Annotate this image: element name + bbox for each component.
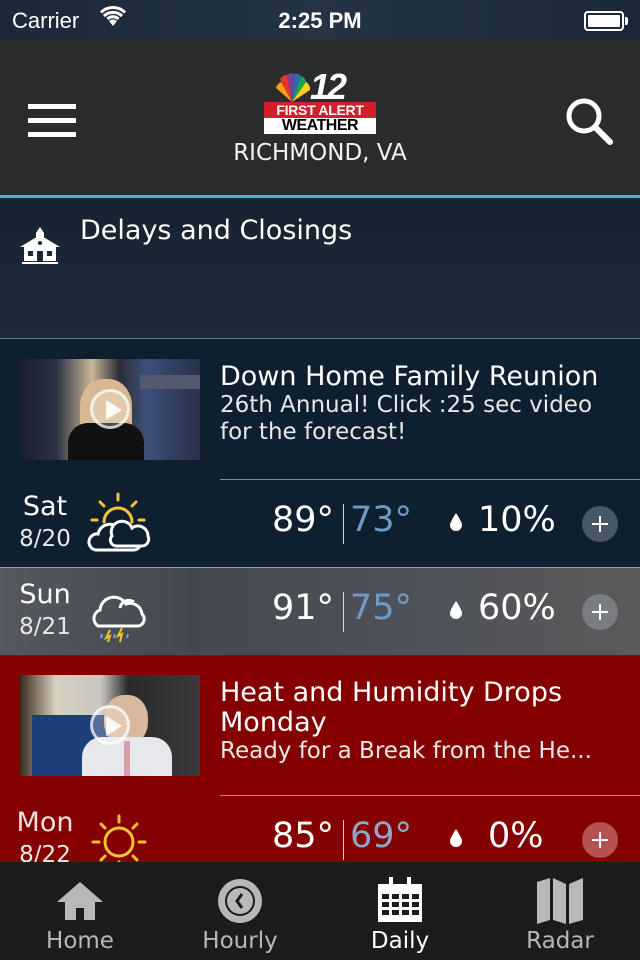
calendar-icon — [378, 877, 422, 922]
tab-label: Home — [46, 928, 114, 954]
day-date: 8/22 — [19, 842, 71, 862]
high-temp: 89° — [272, 500, 335, 540]
temp-separator — [343, 592, 344, 632]
peacock-icon — [276, 73, 311, 102]
expand-plus-icon[interactable] — [582, 506, 618, 542]
location-label: RICHMOND, VA — [233, 140, 407, 166]
precip-chance: 10% — [478, 500, 556, 540]
expand-plus-icon[interactable] — [582, 822, 618, 858]
tab-radar[interactable]: Radar — [480, 862, 640, 960]
logo-first-alert: FIRST ALERT — [264, 102, 376, 118]
tab-label: Radar — [526, 928, 594, 954]
raindrop-icon — [450, 829, 462, 847]
battery-icon — [584, 11, 628, 31]
raindrop-icon — [450, 601, 462, 619]
low-temp: 73° — [350, 500, 413, 540]
day-name: Sun — [19, 579, 71, 610]
precip-chance: 0% — [488, 816, 544, 856]
low-temp: 75° — [350, 588, 413, 628]
app-header: 12 FIRST ALERT WEATHER RICHMOND, VA — [0, 40, 640, 198]
map-icon — [537, 878, 583, 924]
home-icon — [57, 882, 103, 920]
logo-weather: WEATHER — [264, 118, 376, 134]
delays-closings-label: Delays and Closings — [80, 215, 353, 246]
temp-separator — [343, 504, 344, 544]
partly-cloudy-icon — [87, 492, 151, 552]
play-icon — [90, 389, 130, 429]
search-icon[interactable] — [564, 96, 616, 148]
tab-label: Hourly — [202, 928, 278, 954]
video-thumbnail[interactable] — [20, 359, 200, 460]
high-temp: 91° — [272, 588, 335, 628]
video-story[interactable]: Heat and Humidity Drops Monday Ready for… — [0, 656, 640, 796]
high-temp: 85° — [272, 816, 335, 856]
station-logo: 12 FIRST ALERT WEATHER — [264, 66, 376, 134]
day-row-sun[interactable]: Sun 8/21 91° 75° 60% — [0, 567, 640, 655]
low-temp: 69° — [350, 816, 413, 856]
bottom-tab-bar: Home Hourly Daily Radar — [0, 862, 640, 960]
play-icon — [90, 705, 130, 745]
temp-separator — [343, 820, 344, 860]
hamburger-menu-icon[interactable] — [28, 104, 76, 138]
video-subtitle: 26th Annual! Click :25 sec video for the… — [220, 392, 593, 445]
video-thumbnail[interactable] — [20, 675, 200, 776]
video-story[interactable]: Down Home Family Reunion 26th Annual! Cl… — [0, 340, 640, 480]
delays-closings-banner[interactable]: Delays and Closings — [0, 201, 640, 339]
tab-hourly[interactable]: Hourly — [160, 862, 320, 960]
day-date: 8/21 — [19, 614, 71, 640]
tab-daily[interactable]: Daily — [320, 862, 480, 960]
video-title: Heat and Humidity Drops Monday — [220, 677, 563, 738]
forecast-card-monday: Heat and Humidity Drops Monday Ready for… — [0, 656, 640, 862]
sunny-icon — [91, 814, 147, 862]
thunderstorm-icon — [92, 595, 146, 643]
day-row-mon[interactable]: Mon 8/22 85° 69° 0% — [0, 796, 640, 862]
precip-chance: 60% — [478, 588, 556, 628]
school-house-icon — [20, 227, 60, 264]
forecast-card-saturday: Down Home Family Reunion 26th Annual! Cl… — [0, 340, 640, 567]
clock-icon — [218, 879, 262, 923]
tab-label: Daily — [370, 928, 430, 954]
day-name: Mon — [16, 807, 74, 838]
clock-time: 2:25 PM — [278, 8, 362, 33]
day-date: 8/20 — [19, 526, 71, 552]
day-name: Sat — [22, 491, 68, 522]
video-title: Down Home Family Reunion — [220, 361, 599, 392]
expand-plus-icon[interactable] — [582, 594, 618, 630]
status-bar: Carrier 2:25 PM — [0, 0, 640, 40]
raindrop-icon — [450, 513, 462, 531]
video-subtitle: Ready for a Break from the He... — [220, 738, 592, 764]
day-row-sat[interactable]: Sat 8/20 89° 73° 10% — [0, 480, 640, 568]
tab-home[interactable]: Home — [0, 862, 160, 960]
